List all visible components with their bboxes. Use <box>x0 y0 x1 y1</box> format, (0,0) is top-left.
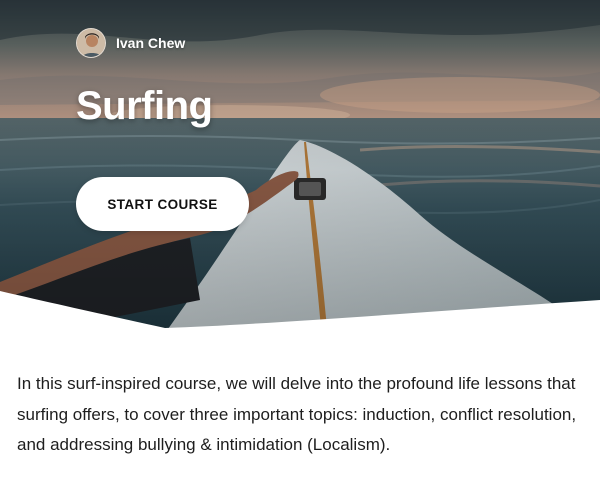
start-course-button[interactable]: START COURSE <box>76 177 249 231</box>
course-hero: Ivan Chew Surfing START COURSE <box>0 0 600 340</box>
course-title: Surfing <box>76 84 213 128</box>
author-avatar <box>76 28 106 58</box>
course-author[interactable]: Ivan Chew <box>76 28 185 58</box>
course-description: In this surf-inspired course, we will de… <box>17 374 577 454</box>
author-name[interactable]: Ivan Chew <box>116 35 185 51</box>
